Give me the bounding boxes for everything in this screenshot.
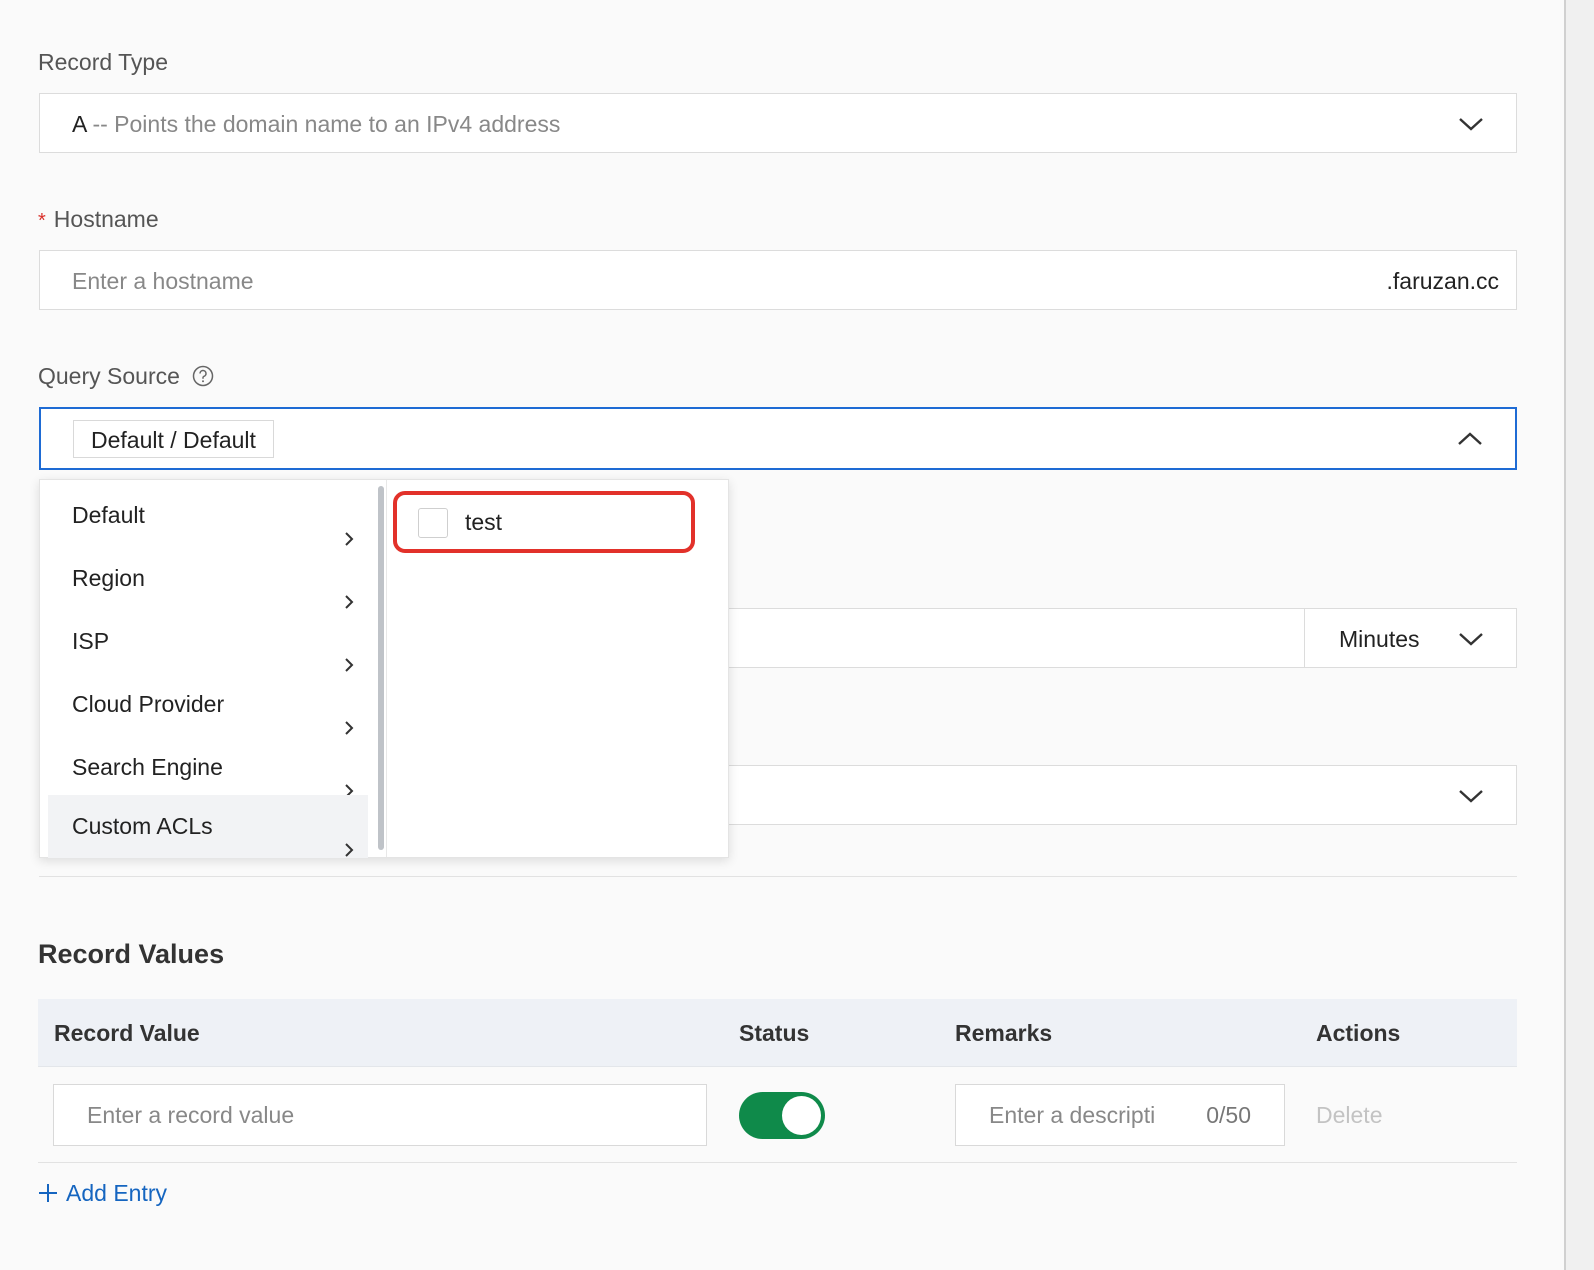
remarks-placeholder: Enter a descripti [989, 1102, 1156, 1128]
question-circle-icon[interactable] [192, 363, 214, 395]
table-row-divider [38, 1162, 1517, 1163]
dropdown-column-divider [386, 480, 387, 857]
add-entry-button[interactable]: Add Entry [38, 1175, 167, 1212]
chevron-down-icon [1458, 788, 1484, 804]
table-header: Record Value Status Remarks Actions [38, 999, 1517, 1067]
ttl-unit-select[interactable]: Minutes [1304, 608, 1517, 668]
query-source-select[interactable]: Default / Default [39, 407, 1517, 470]
status-toggle[interactable] [739, 1092, 825, 1139]
toggle-knob [782, 1096, 821, 1135]
option-checkbox[interactable] [418, 508, 448, 538]
hostname-label: * Hostname [38, 206, 159, 232]
category-isp[interactable]: ISP [48, 610, 368, 673]
category-custom-acls[interactable]: Custom ACLs [48, 795, 368, 858]
record-values-title: Record Values [38, 939, 225, 969]
column-header-record-value: Record Value [54, 1020, 200, 1046]
section-divider [39, 876, 1517, 877]
record-type-value: A -- Points the domain name to an IPv4 a… [72, 111, 561, 137]
column-header-actions: Actions [1316, 1020, 1401, 1046]
dropdown-scrollbar[interactable] [378, 486, 384, 850]
remarks-counter: 0/50 [1206, 1102, 1251, 1128]
required-mark: * [38, 210, 46, 232]
category-default[interactable]: Default [48, 484, 368, 547]
column-header-status: Status [739, 1020, 810, 1046]
query-source-label: Query Source [38, 360, 214, 395]
category-region[interactable]: Region [48, 547, 368, 610]
chevron-down-icon [1458, 116, 1484, 132]
chevron-right-icon [344, 819, 354, 882]
window-edge [1564, 0, 1594, 1270]
category-search-engine[interactable]: Search Engine [48, 736, 368, 799]
hostname-placeholder: Enter a hostname [72, 268, 254, 294]
ttl-unit-value: Minutes [1339, 626, 1420, 652]
plus-icon [38, 1176, 58, 1212]
record-type-select[interactable]: A -- Points the domain name to an IPv4 a… [39, 93, 1517, 153]
category-cloud-provider[interactable]: Cloud Provider [48, 673, 368, 736]
chevron-down-icon [1458, 631, 1484, 647]
record-type-label: Record Type [38, 49, 168, 75]
selected-tag: Default / Default [73, 420, 274, 458]
option-label-test[interactable]: test [465, 504, 502, 540]
column-header-remarks: Remarks [955, 1020, 1053, 1046]
query-source-dropdown: Default Region ISP Cloud Provider Search… [39, 479, 729, 858]
chevron-up-icon [1457, 431, 1483, 447]
record-value-input[interactable]: Enter a record value [53, 1084, 707, 1146]
domain-suffix: .faruzan.cc [1386, 268, 1500, 294]
delete-button[interactable]: Delete [1316, 1097, 1382, 1133]
remarks-input[interactable]: Enter a descripti 0/50 [955, 1084, 1285, 1146]
hostname-input[interactable]: Enter a hostname .faruzan.cc [39, 250, 1517, 310]
record-value-placeholder: Enter a record value [87, 1102, 295, 1128]
